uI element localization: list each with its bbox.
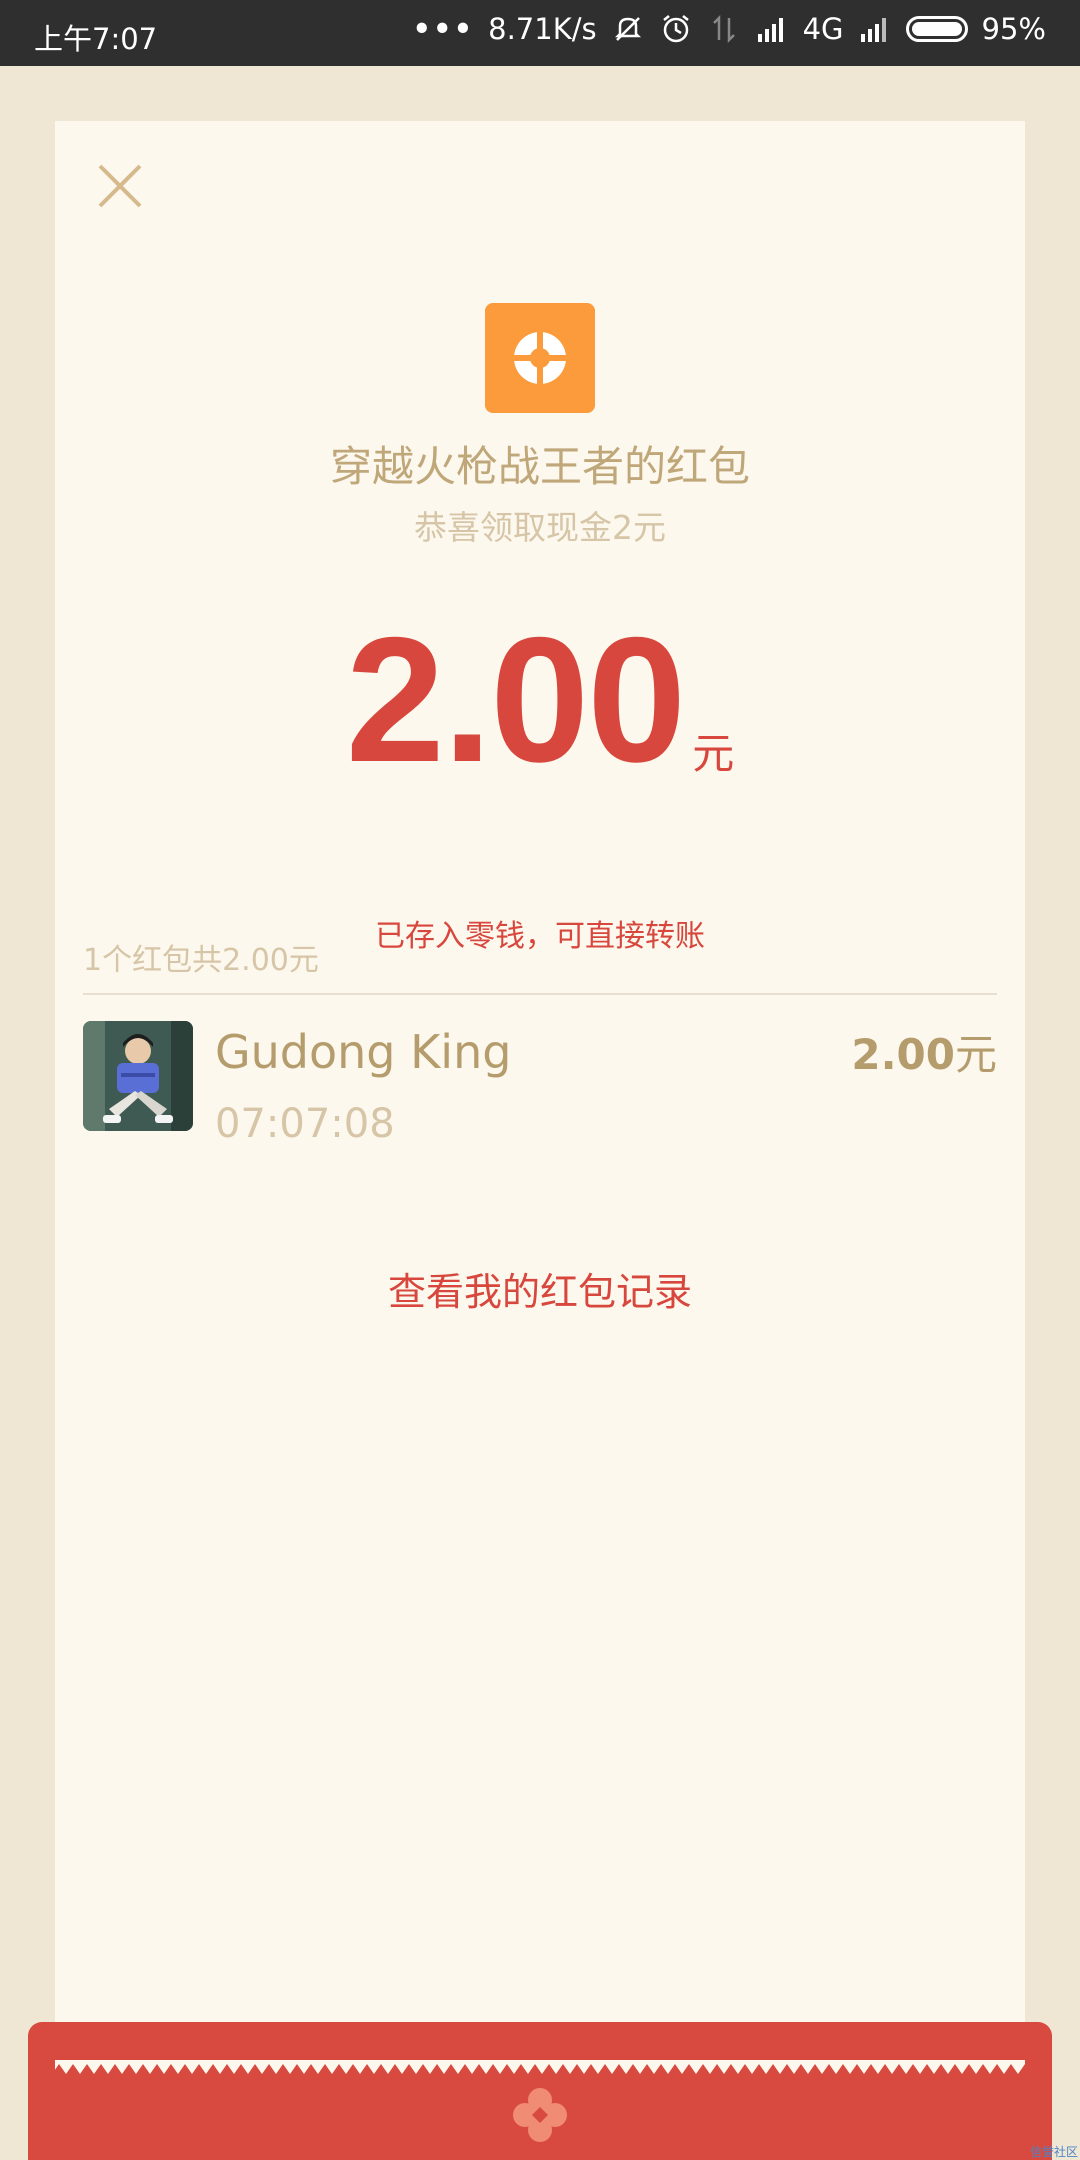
entry-amount: 2.00元 — [851, 1021, 997, 1082]
battery-icon — [905, 16, 968, 42]
packet-subtitle: 恭喜领取现金2元 — [414, 508, 666, 547]
red-packet-detail-card: 穿越火枪战王者的红包 恭喜领取现金2元 2.00 元 已存入零钱，可直接转账 1… — [55, 121, 1025, 2071]
data-arrows-icon — [712, 14, 735, 44]
entry-name: Gudong King — [215, 1025, 512, 1079]
entry-time: 07:07:08 — [215, 1101, 395, 1147]
signal-icon — [757, 18, 783, 42]
crosshair-logo-icon — [510, 328, 570, 388]
close-icon[interactable] — [90, 156, 150, 216]
entry-amount-value: 2.00 — [851, 1030, 955, 1079]
divider — [83, 993, 997, 995]
view-records-link[interactable]: 查看我的红包记录 — [55, 1261, 1025, 1316]
network-type: 4G — [802, 12, 844, 46]
battery-percent: 95% — [981, 12, 1046, 46]
packet-amount: 2.00 — [345, 600, 686, 799]
envelope-emblem-icon — [513, 2088, 567, 2142]
status-icons: ••• 8.71K/s 4G 95% — [413, 12, 1046, 46]
mute-icon — [614, 17, 641, 41]
signal-icon — [860, 18, 886, 42]
amount-display: 2.00 元 — [55, 611, 1025, 789]
list-item[interactable]: Gudong King 07:07:08 2.00元 — [83, 1021, 997, 1161]
avatar — [83, 1021, 193, 1131]
status-bar: 上午7:07 ••• 8.71K/s 4G 95% — [0, 0, 1080, 66]
avatar-image — [83, 1021, 193, 1131]
more-notifications-icon: ••• — [412, 12, 475, 46]
zigzag-edge — [55, 2060, 1025, 2074]
packet-title: 穿越火枪战王者的红包 — [329, 442, 750, 491]
alarm-icon — [662, 15, 689, 43]
amount-unit: 元 — [692, 729, 735, 778]
net-speed: 8.71K/s — [488, 12, 597, 46]
sender-logo — [485, 303, 595, 413]
status-time: 上午7:07 — [34, 22, 158, 56]
packet-summary: 1个红包共2.00元 — [83, 943, 319, 978]
entry-amount-unit: 元 — [954, 1030, 997, 1079]
watermark: 信誉社区 — [1029, 2145, 1078, 2159]
